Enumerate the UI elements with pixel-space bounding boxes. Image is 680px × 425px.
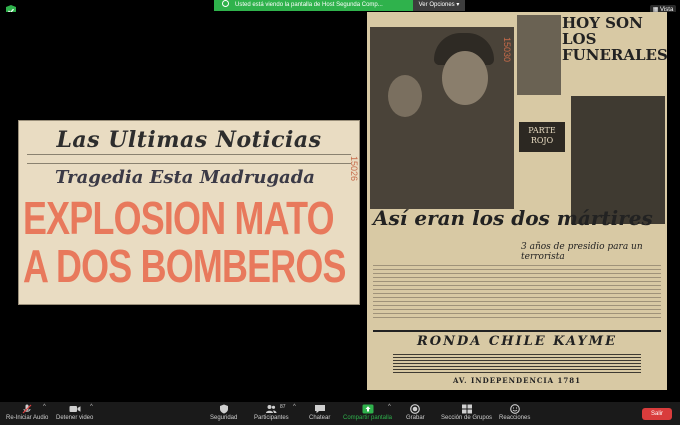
video-button[interactable]: Detener video (56, 404, 93, 421)
breakout-rooms-label: Sección de Grupos (441, 415, 493, 421)
clipping-subhead: Tragedia Esta Madrugada (55, 167, 315, 188)
video-label: Detener video (56, 415, 94, 421)
participants-count: 87 (280, 404, 286, 410)
share-status-icon (222, 0, 229, 7)
chat-button[interactable]: Chatear (309, 404, 330, 421)
firefighter-photo (370, 27, 514, 209)
reactions-button[interactable]: Reacciones (499, 404, 530, 421)
leave-meeting-button[interactable]: Salir (642, 408, 672, 420)
security-button[interactable]: Seguridad (210, 404, 237, 421)
chat-bubble-icon (314, 405, 325, 414)
record-icon (410, 404, 421, 414)
scene-photo (571, 96, 665, 224)
view-options-label: Ver Opciones (418, 2, 455, 8)
share-screen-icon (362, 404, 374, 414)
clipping-headline-line2: A DOS BOMBEROS (23, 240, 346, 292)
clipping-headline-line1: EXPLOSION MATO (23, 192, 334, 244)
share-banner-text: Usted está viendo la pantalla de Host Se… (235, 2, 383, 8)
microphone-muted-icon (22, 404, 32, 414)
portrait-photo (517, 15, 561, 95)
article-body (373, 262, 661, 318)
video-options-caret[interactable]: ^ (90, 404, 93, 410)
newspaper-page: HOY SON LOS FUNERALES 15030 PARTE ROJO A… (367, 12, 668, 390)
audio-label: Re-Iniciar Audio (6, 415, 49, 421)
audio-options-caret[interactable]: ^ (43, 404, 46, 410)
ad-address: AV. INDEPENDENCIA 1781 (452, 376, 582, 385)
reactions-label: Reacciones (499, 415, 531, 421)
clipping-rule (27, 154, 351, 164)
ad-title: RONDA CHILE KAYME (417, 334, 617, 349)
audio-button[interactable]: Re-Iniciar Audio (6, 404, 48, 421)
clipping-masthead: Las Ultimas Noticias (56, 127, 322, 153)
funerales-block: HOY SON LOS FUNERALES (517, 15, 668, 95)
presidio-headline: 3 años de presidio para un terrorista (521, 242, 643, 262)
face-left-shape (388, 75, 422, 117)
share-screen-label: Compartir pantalla (343, 415, 393, 421)
breakout-rooms-icon (461, 404, 472, 414)
chat-label: Chatear (309, 415, 331, 421)
parte-rojo-box: PARTE ROJO (519, 122, 565, 152)
ad-body (393, 352, 641, 374)
newspaper-clipping: Las Ultimas Noticias Tragedia Esta Madru… (18, 120, 360, 305)
screen-share-banner: Usted está viendo la pantalla de Host Se… (214, 0, 413, 11)
martires-headline: Así eran los dos mártires (373, 206, 653, 230)
participants-options-caret[interactable]: ^ (293, 404, 296, 410)
meeting-toolbar: Re-Iniciar Audio ^ Detener video ^ Segur… (0, 402, 680, 425)
video-camera-icon (69, 406, 81, 412)
breakout-rooms-button[interactable]: Sección de Grupos (441, 404, 492, 421)
security-label: Seguridad (210, 415, 238, 421)
shared-screen: Las Ultimas Noticias Tragedia Esta Madru… (0, 12, 680, 402)
participants-icon (266, 405, 277, 413)
ad-block: RONDA CHILE KAYME AV. INDEPENDENCIA 1781 (373, 330, 661, 388)
record-button[interactable]: Grabar (406, 404, 425, 421)
participants-label: Participantes (254, 415, 289, 421)
shield-icon (219, 404, 228, 414)
face-right-shape (442, 51, 488, 105)
record-label: Grabar (406, 415, 425, 421)
newspaper-stamp: 15030 (502, 37, 512, 63)
share-options-caret[interactable]: ^ (388, 404, 391, 410)
funerales-headline: HOY SON LOS FUNERALES (562, 14, 668, 64)
smiley-plus-icon (509, 404, 520, 414)
view-options-button[interactable]: Ver Opciones ▾ (413, 0, 465, 11)
share-screen-button[interactable]: Compartir pantalla (343, 404, 392, 421)
clipping-stamp: 15026 (349, 156, 359, 182)
